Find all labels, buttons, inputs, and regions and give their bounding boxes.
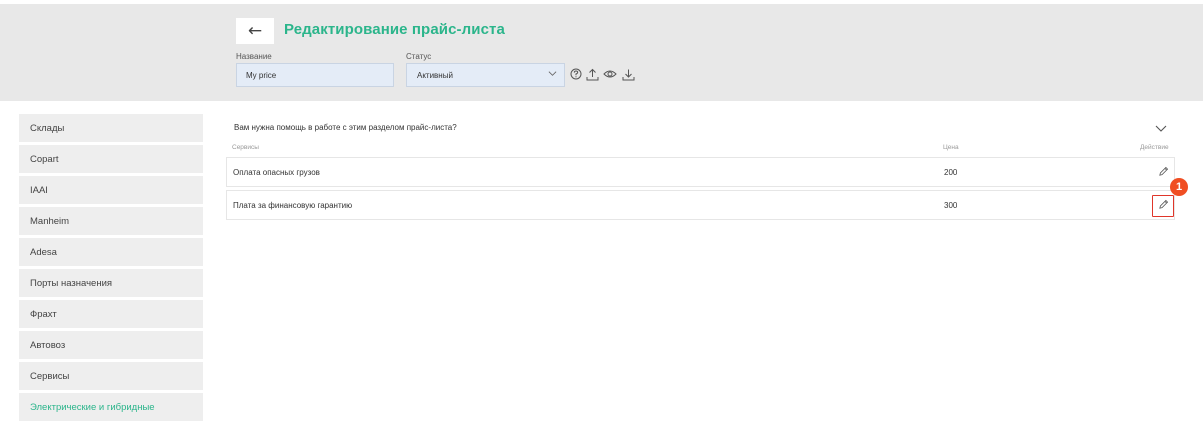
- table-row: Оплата опасных грузов 200: [226, 157, 1175, 187]
- sidebar-item-freight[interactable]: Фрахт: [19, 300, 203, 328]
- service-price: 300: [944, 201, 958, 210]
- upload-icon[interactable]: [585, 67, 599, 81]
- table-row: Плата за финансовую гарантию 300: [226, 190, 1175, 220]
- sidebar-item-label: Фрахт: [30, 308, 57, 320]
- edit-button[interactable]: [1152, 195, 1174, 217]
- pencil-icon: [1158, 197, 1169, 215]
- sidebar-item-manheim[interactable]: Manheim: [19, 207, 203, 235]
- sidebar-item-label: Manheim: [30, 215, 70, 227]
- eye-icon[interactable]: [603, 67, 617, 81]
- name-input[interactable]: [236, 63, 394, 87]
- sidebar-item-copart[interactable]: Copart: [19, 145, 203, 173]
- sidebar-item-warehouses[interactable]: Склады: [19, 114, 203, 142]
- sidebar-item-label: Порты назначения: [30, 277, 113, 289]
- page-title: Редактирование прайс-листа: [284, 21, 505, 38]
- status-value: Активный: [417, 70, 453, 80]
- column-header-service: Сервисы: [232, 144, 259, 151]
- help-question[interactable]: Вам нужна помощь в работе с этим раздело…: [234, 123, 457, 132]
- pencil-icon: [1158, 164, 1169, 182]
- sidebar-item-label: Автовоз: [30, 339, 66, 351]
- download-icon[interactable]: [621, 67, 635, 81]
- sidebar-item-label: Copart: [30, 153, 59, 165]
- name-label: Название: [236, 52, 272, 61]
- chevron-down-icon: [548, 69, 557, 80]
- back-button[interactable]: ←: [236, 18, 274, 44]
- help-circle-icon[interactable]: [569, 67, 583, 81]
- status-label: Статус: [406, 52, 432, 61]
- status-select[interactable]: Активный: [406, 63, 565, 87]
- step-badge: 1: [1170, 178, 1188, 196]
- sidebar-item-label: Склады: [30, 122, 65, 134]
- page-header: [0, 4, 1203, 101]
- sidebar-item-label: Сервисы: [30, 370, 70, 382]
- service-name: Плата за финансовую гарантию: [233, 201, 353, 210]
- service-price: 200: [944, 168, 958, 177]
- sidebar-item-car-carrier[interactable]: Автовоз: [19, 331, 203, 359]
- column-header-action: Действие: [1140, 144, 1169, 151]
- sidebar-item-electric-hybrid[interactable]: Электрические и гибридные: [19, 393, 203, 421]
- column-header-price: Цена: [943, 144, 959, 151]
- sidebar-item-label: IAAI: [30, 184, 48, 196]
- edit-button[interactable]: [1152, 162, 1174, 184]
- sidebar-item-iaai[interactable]: IAAI: [19, 176, 203, 204]
- sidebar-item-label: Электрические и гибридные: [30, 401, 155, 413]
- sidebar-item-services[interactable]: Сервисы: [19, 362, 203, 390]
- sidebar-item-adesa[interactable]: Adesa: [19, 238, 203, 266]
- service-name: Оплата опасных грузов: [233, 168, 320, 177]
- arrow-left-icon: ←: [247, 21, 263, 41]
- chevron-down-icon[interactable]: [1154, 121, 1168, 133]
- sidebar-item-ports[interactable]: Порты назначения: [19, 269, 203, 297]
- sidebar-item-label: Adesa: [30, 246, 57, 258]
